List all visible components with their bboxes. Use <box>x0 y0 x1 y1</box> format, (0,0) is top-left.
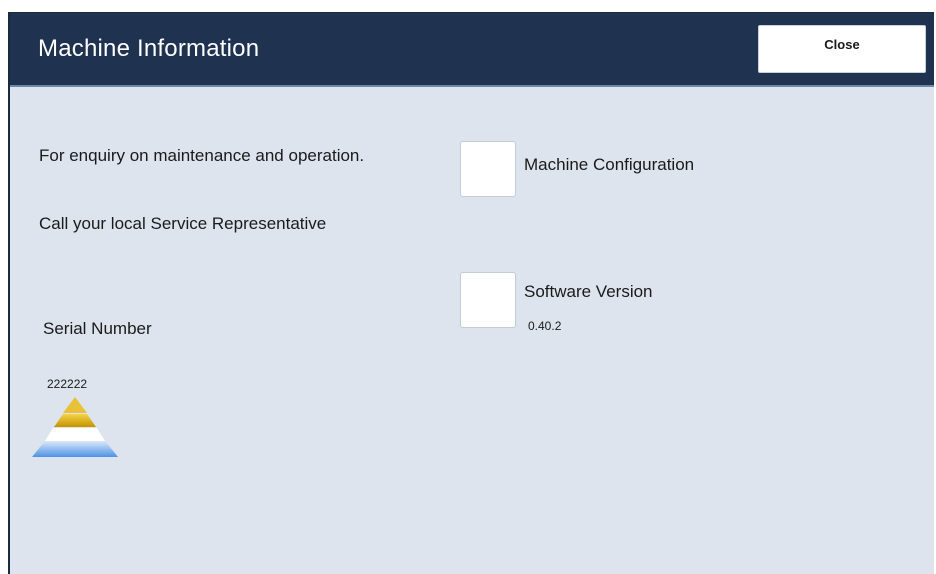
page-title: Machine Information <box>38 35 260 62</box>
software-version-value: 0.40.2 <box>528 319 562 333</box>
xerox-pyramid-icon <box>30 397 120 459</box>
machine-configuration-label[interactable]: Machine Configuration <box>524 155 694 175</box>
machine-information-panel: Machine Information Close For enquiry on… <box>8 12 934 574</box>
serial-number-value: 222222 <box>47 377 88 391</box>
software-version-label[interactable]: Software Version <box>524 282 653 302</box>
title-bar: Machine Information Close <box>10 13 934 87</box>
service-contact-text: Call your local Service Representative <box>39 214 327 233</box>
enquiry-text: For enquiry on maintenance and operation… <box>39 146 365 165</box>
close-button[interactable]: Close <box>758 25 926 73</box>
machine-configuration-checkbox[interactable] <box>460 141 516 197</box>
software-version-checkbox[interactable] <box>460 272 516 328</box>
serial-number-label: Serial Number <box>43 319 152 338</box>
screen: Machine Information Close For enquiry on… <box>0 0 936 574</box>
